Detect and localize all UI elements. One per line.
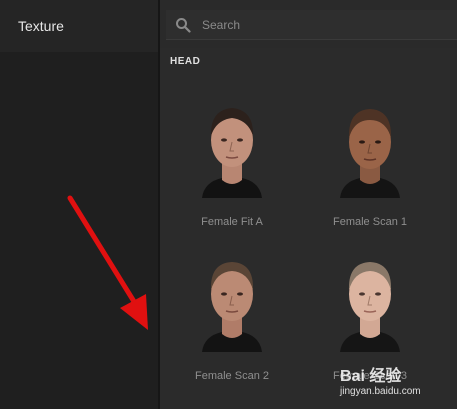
head-thumbnail <box>340 109 400 198</box>
search-input[interactable] <box>202 17 442 32</box>
texture-tile-female-scan-2[interactable]: Female Scan 2 <box>172 252 292 392</box>
texture-tile-female-scan-3[interactable]: Female Scan 3 <box>310 252 430 392</box>
asset-browser: HEAD Female Fit A Female Scan 1 <box>160 0 457 409</box>
search-field[interactable] <box>166 10 457 40</box>
sidebar-title: Texture <box>18 18 64 34</box>
tile-label: Female Scan 3 <box>333 370 407 382</box>
texture-tile-female-scan-1[interactable]: Female Scan 1 <box>310 98 430 238</box>
tile-label: Female Fit A <box>201 216 263 228</box>
head-thumbnail <box>340 262 400 352</box>
texture-tile-female-fit-a[interactable]: Female Fit A <box>172 98 292 238</box>
head-thumbnail <box>202 262 262 352</box>
head-thumbnail <box>202 108 262 198</box>
search-bar <box>160 0 457 48</box>
tile-label: Female Scan 2 <box>195 370 269 382</box>
search-icon <box>172 14 194 36</box>
tile-label: Female Scan 1 <box>333 216 407 228</box>
section-title-head: HEAD <box>170 56 201 67</box>
sidebar: Texture <box>0 0 160 409</box>
sidebar-item-texture[interactable]: Texture <box>0 0 158 52</box>
